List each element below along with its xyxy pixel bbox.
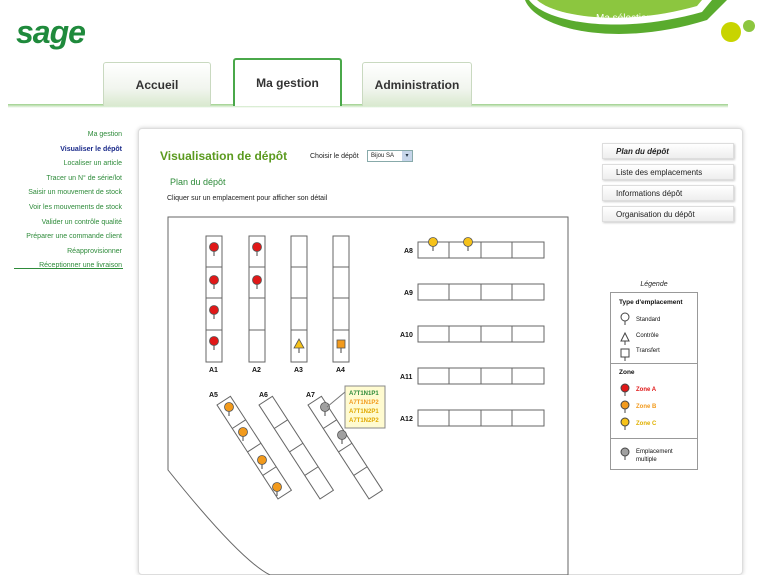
tooltip-line[interactable]: A7T1N1P2 [349,400,379,406]
legend: Type d'emplacement Standard Contrôle Tra… [610,292,698,470]
legend-zone-c: Zone C [636,421,657,427]
legend-divider [611,363,697,364]
legend-transfert: Transfert [636,348,660,354]
tooltip-pointer [326,391,346,408]
aisle-label-a11: A11 [400,374,413,381]
legend-divider [611,438,697,439]
aisle-label-a12: A12 [400,416,413,423]
legend-type-icons [620,312,630,361]
legend-controle: Contrôle [636,333,659,339]
aisle-label-a8: A8 [404,248,413,255]
aisle-label-a2: A2 [252,367,261,374]
aisle-label-a7: A7 [306,392,315,399]
legend-zone-a: Zone A [636,387,657,393]
legend-multiple-icon [620,447,630,460]
aisle-label-a6: A6 [259,392,268,399]
aisle-label-a3: A3 [294,367,303,374]
legend-zone-header: Zone [619,369,635,376]
aisle-label-a1: A1 [209,367,218,374]
aisle-label-a4: A4 [336,367,345,374]
legend-title: Légende [640,281,668,288]
tooltip-line[interactable]: A7T1N1P1 [349,391,379,397]
legend-zone-icons [620,383,630,430]
aisle-label-a10: A10 [400,332,413,339]
legend-multiple: Emplacement multiple [636,449,673,463]
legend-type-header: Type d'emplacement [619,299,683,306]
legend-zone-b: Zone B [636,404,657,410]
aisle-label-a9: A9 [404,290,413,297]
tooltip-line[interactable]: A7T1N2P1 [349,409,379,415]
aisle-label-a5: A5 [209,392,218,399]
legend-standard: Standard [636,317,661,323]
tooltip-line[interactable]: A7T1N2P2 [349,418,379,424]
